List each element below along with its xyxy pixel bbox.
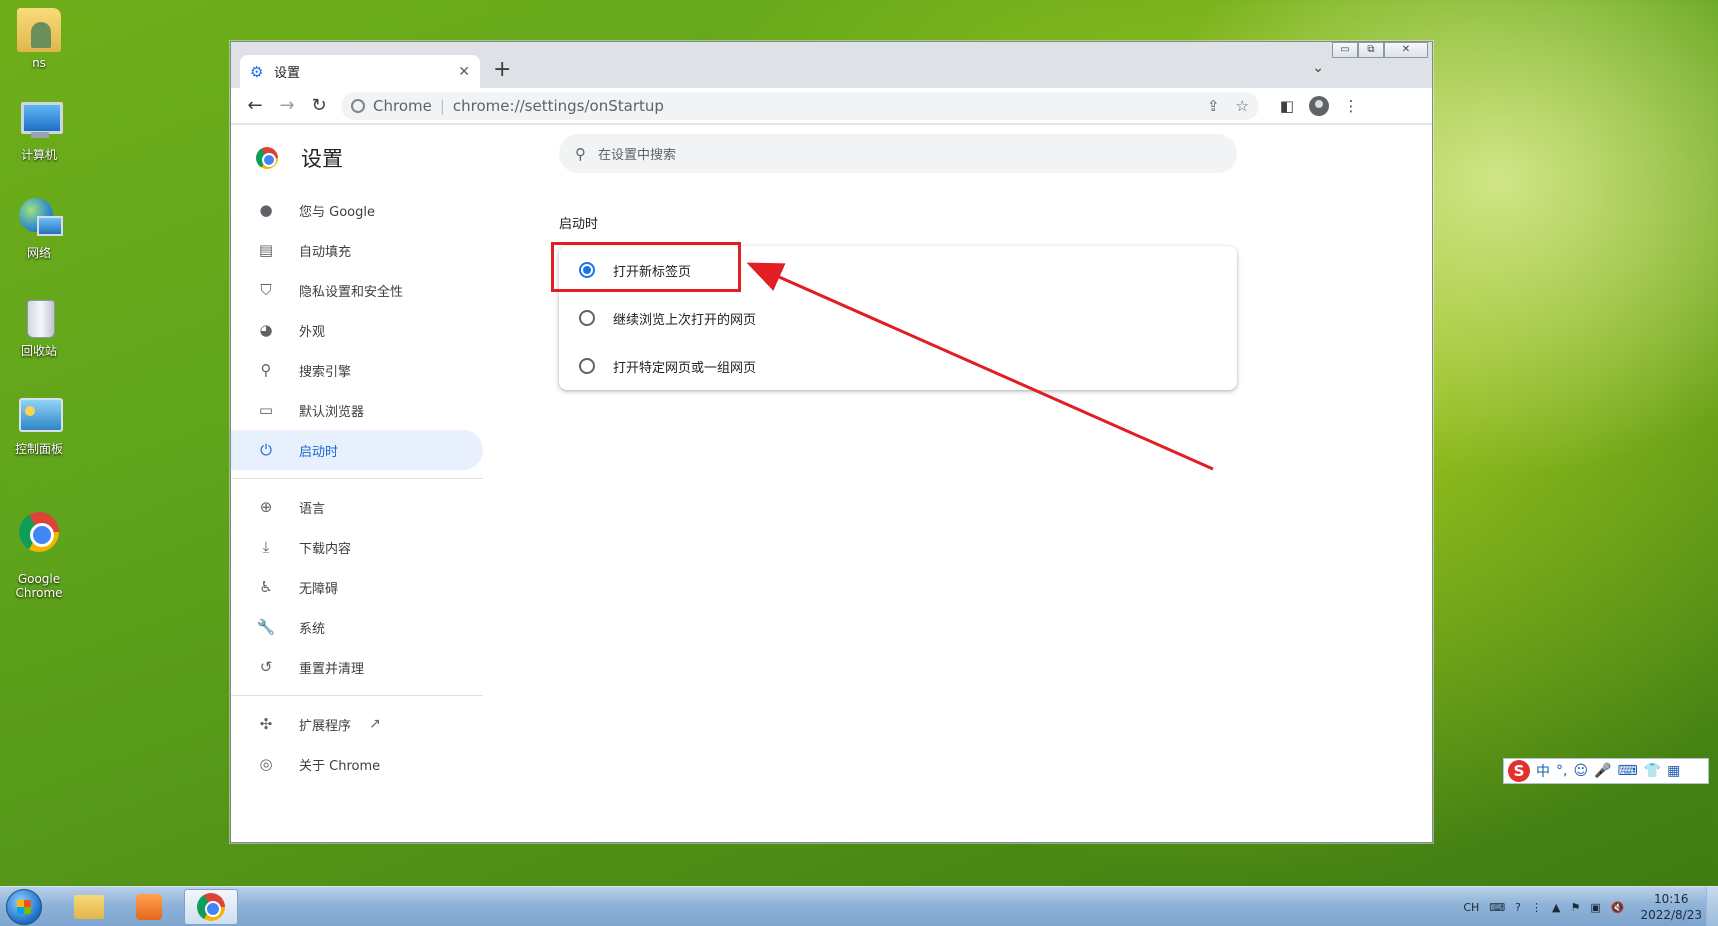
ime-emoji-icon[interactable]: ☺: [1573, 763, 1588, 779]
annotation-arrow: [746, 262, 1214, 471]
start-button[interactable]: [6, 889, 42, 925]
language-indicator[interactable]: CH: [1463, 901, 1479, 914]
help-icon[interactable]: ?: [1515, 901, 1521, 914]
ime-toolbar: S 中 °, ☺ 🎤 ⌨ 👕 ▦: [1503, 758, 1709, 784]
ime-skin-icon[interactable]: 👕: [1644, 763, 1661, 779]
ime-settings-icon[interactable]: ⋮: [1531, 901, 1542, 914]
taskbar: CH ⌨ ? ⋮ ▲ ⚑ ▣ 🔇 10:16 2022/8/23: [0, 886, 1718, 926]
network-status-icon[interactable]: ▣: [1590, 901, 1600, 914]
show-desktop-button[interactable]: [1706, 887, 1718, 926]
file-explorer-icon: [74, 895, 104, 919]
media-player-icon: [136, 894, 162, 920]
keyboard-icon[interactable]: ⌨: [1489, 901, 1505, 914]
volume-muted-icon[interactable]: 🔇: [1611, 901, 1625, 914]
chrome-icon: [197, 893, 225, 921]
ime-mode-chinese[interactable]: 中: [1536, 761, 1550, 781]
action-center-icon[interactable]: ⚑: [1570, 901, 1580, 914]
ime-punctuation-icon[interactable]: °,: [1556, 763, 1567, 779]
taskbar-chrome[interactable]: [184, 889, 238, 925]
taskbar-media-player[interactable]: [122, 889, 176, 925]
sogou-logo-icon[interactable]: S: [1508, 760, 1530, 782]
clock[interactable]: 10:16 2022/8/23: [1640, 891, 1702, 923]
ime-voice-icon[interactable]: 🎤: [1594, 763, 1611, 779]
ime-keyboard-icon[interactable]: ⌨: [1618, 763, 1638, 779]
clock-time: 10:16: [1653, 892, 1689, 906]
show-hidden-icons-icon[interactable]: ▲: [1552, 901, 1560, 914]
taskbar-explorer[interactable]: [62, 889, 116, 925]
clock-date: 2022/8/23: [1640, 908, 1702, 922]
system-tray: CH ⌨ ? ⋮ ▲ ⚑ ▣ 🔇 10:16 2022/8/23: [1463, 887, 1702, 926]
ime-toolbox-icon[interactable]: ▦: [1667, 763, 1680, 779]
